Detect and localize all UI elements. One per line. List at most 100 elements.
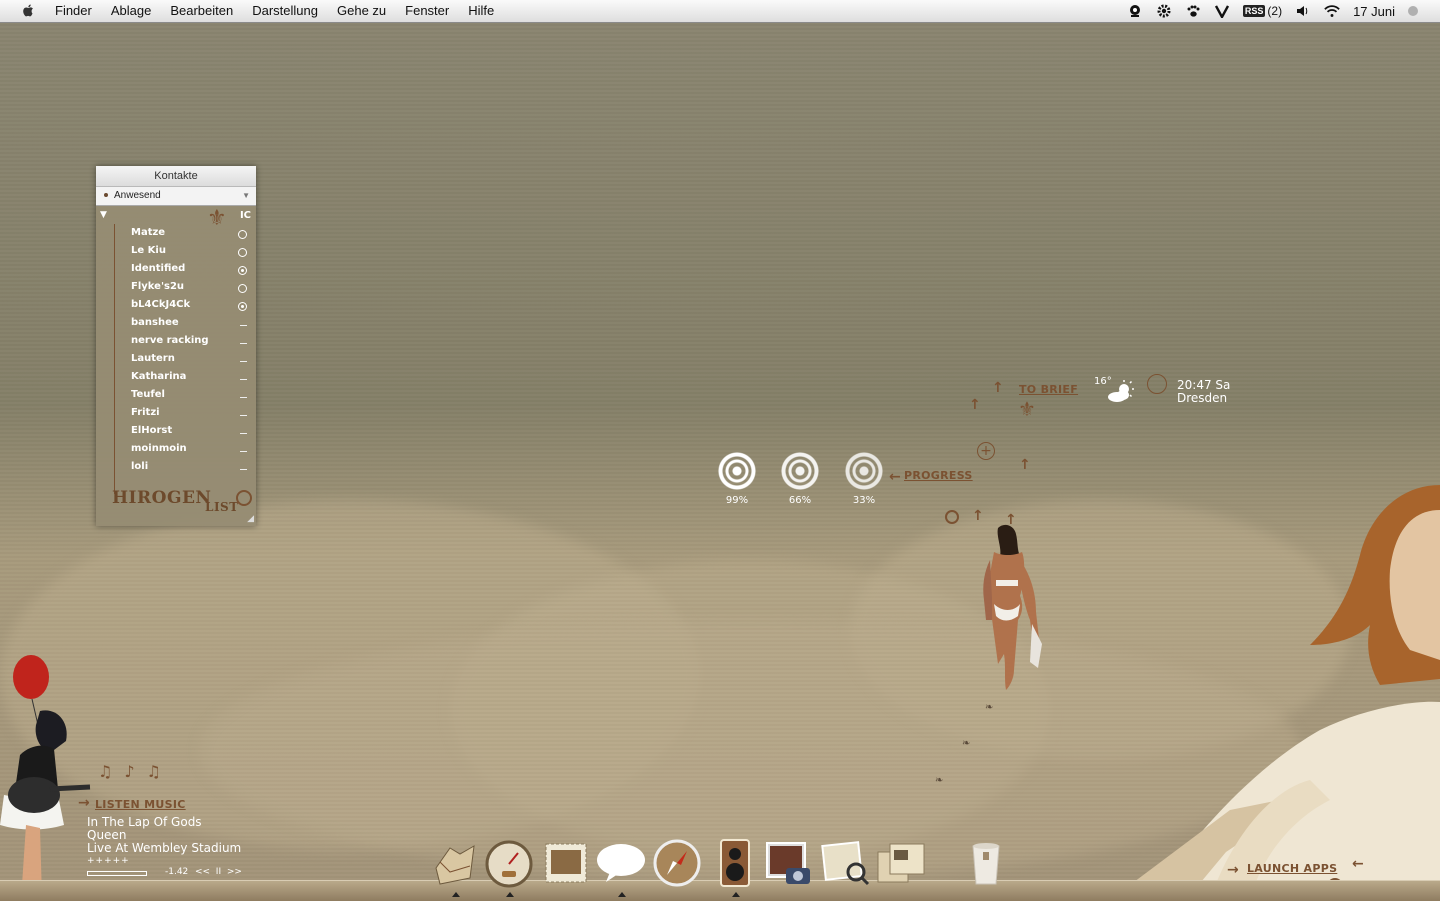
dock-item-mail[interactable] [541,838,591,888]
contacts-title[interactable]: Kontakte [96,166,256,187]
status-offline-icon [240,415,247,416]
hirogen-list-logo: HIROGEN LIST [112,488,239,514]
status-offline-icon [240,469,247,470]
dock-item-trash[interactable] [961,838,1011,888]
status-dot-icon [104,193,108,198]
footprints-icon: ❧ [985,702,994,713]
rss-icon: RSS [1242,5,1266,17]
chevron-down-icon: ▼ [242,191,250,200]
menu-darstellung[interactable]: Darstellung [252,3,318,18]
dock-item-ichat[interactable] [596,838,646,897]
dock-item-itunes[interactable] [710,838,760,897]
dock-item-dashboard[interactable] [484,838,534,897]
contact-row[interactable]: banshee [131,317,251,335]
v-logo-icon[interactable] [1214,3,1230,19]
status-offline-icon [240,325,247,326]
spotlight-icon[interactable] [1408,6,1418,16]
status-offline-icon [240,343,247,344]
menu-fenster[interactable]: Fenster [405,3,449,18]
contact-row[interactable]: Matze [131,227,251,245]
tree-line [114,224,115,494]
track-progress-bar[interactable] [87,871,147,876]
date-display[interactable]: 17 Juni [1353,4,1395,19]
contact-row[interactable]: Identified [131,263,251,281]
dock-item-safari[interactable] [652,838,702,888]
track-album: Live At Wembley Stadium [87,841,242,855]
contact-row[interactable]: Le Kiu [131,245,251,263]
mail-icon [545,843,587,883]
to-brief-label: TO BRIEF [1019,383,1079,396]
rss-reader[interactable]: RSS (2) [1242,3,1283,19]
dock-item-iphoto[interactable] [764,838,814,888]
contact-row[interactable]: ElHorst [131,425,251,443]
clock-city: Dresden [1177,391,1228,405]
arrow-up-icon: ↑ [972,508,984,524]
menu-bar: Finder Ablage Bearbeiten Darstellung Geh… [0,0,1440,23]
group-toggle-icon[interactable]: ▼ [100,210,107,220]
playback-controls[interactable]: << II >> [195,866,242,879]
arrow-up-icon: ↑ [969,397,981,413]
walking-woman-illustration [983,524,1042,690]
dock-item-preview[interactable] [820,838,870,888]
status-online-icon [238,248,247,257]
contact-row[interactable]: Flyke's2u [131,281,251,299]
partly-cloudy-icon [1108,380,1134,402]
finder-icon [435,845,475,885]
target-icon [945,510,959,524]
contact-row[interactable]: moinmoin [131,443,251,461]
status-label: Anwesend [114,190,161,201]
status-idle-icon [238,302,247,311]
menu-hilfe[interactable]: Hilfe [468,3,494,18]
running-indicator [506,892,514,897]
documents-icon [877,843,925,883]
guitar-girl-illustration [0,655,91,900]
listen-music-label: LISTEN MUSIC [95,798,186,811]
resize-handle[interactable]: ◢ [247,514,254,524]
contact-row[interactable]: nerve racking [131,335,251,353]
contact-row[interactable]: bL4CkJ4Ck [131,299,251,317]
running-indicator [618,892,626,897]
dock-item-finder[interactable] [430,838,480,897]
preview-icon [821,841,870,886]
status-offline-icon [240,451,247,452]
rss-count: (2) [1267,4,1283,18]
progress-label: PROGRESS [904,469,973,482]
status-offline-icon [240,397,247,398]
running-indicator [732,892,740,897]
status-online-icon [238,230,247,239]
contact-row[interactable]: Fritzi [131,407,251,425]
footprints-icon: ❧ [962,738,971,749]
paw-icon[interactable] [1185,3,1201,19]
music-notes-icon: ♫♪♫ [98,762,173,781]
arrow-up-icon: ↑ [992,380,1004,396]
dashboard-icon [485,840,533,888]
gear-icon[interactable] [1156,3,1172,19]
progress-ring-disk [845,452,883,490]
contact-row[interactable]: Katharina [131,371,251,389]
menu-ablage[interactable]: Ablage [111,3,151,18]
dock-item-documents[interactable] [876,838,926,888]
wifi-icon[interactable] [1324,3,1340,19]
fleur-de-lis-icon: ⚜ [1018,397,1036,421]
trash-icon [972,843,1000,885]
progress-ring-memory [781,452,819,490]
contact-row[interactable]: loli [131,461,251,479]
volume-icon[interactable] [1295,3,1311,19]
menu-bearbeiten[interactable]: Bearbeiten [170,3,233,18]
status-offline-icon [240,379,247,380]
apple-icon[interactable] [22,3,34,18]
portrait-illustration [1110,485,1440,900]
status-offline-icon [240,361,247,362]
weather-widget: 16° [1094,376,1134,402]
time-remaining: -1.42 [165,867,189,877]
clock-widget: 20:47 Sa Dresden [1177,379,1230,405]
menu-gehe-zu[interactable]: Gehe zu [337,3,386,18]
status-online-icon [238,284,247,293]
menu-finder[interactable]: Finder [55,3,92,18]
group-badge: IC [239,210,251,221]
contact-row[interactable]: Teufel [131,389,251,407]
contact-row[interactable]: Lautern [131,353,251,371]
status-offline-icon [240,433,247,434]
webcam-icon[interactable] [1127,3,1143,19]
status-selector[interactable]: Anwesend ▼ [96,187,256,206]
